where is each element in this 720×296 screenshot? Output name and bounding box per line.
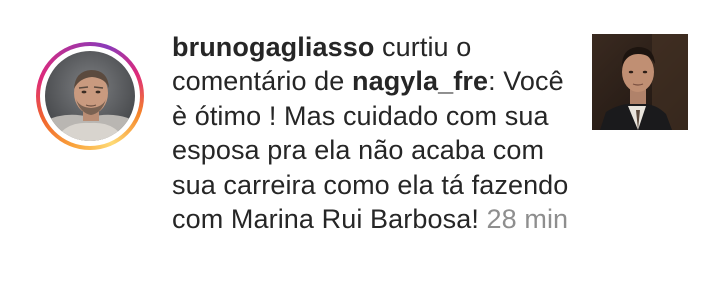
notification-text: brunogagliasso curtiu o comentário de na… [172,30,572,236]
post-photo [592,34,688,130]
actor-username[interactable]: brunogagliasso [172,32,374,62]
colon: : [488,66,496,97]
commenter-username[interactable]: nagyla_fre [352,66,488,96]
avatar[interactable] [45,51,135,141]
notification-row[interactable]: brunogagliasso curtiu o comentário de na… [0,0,720,296]
avatar-photo [45,51,135,141]
post-thumbnail[interactable] [592,34,688,130]
timestamp: 28 min [478,204,569,235]
story-ring[interactable] [36,42,144,150]
